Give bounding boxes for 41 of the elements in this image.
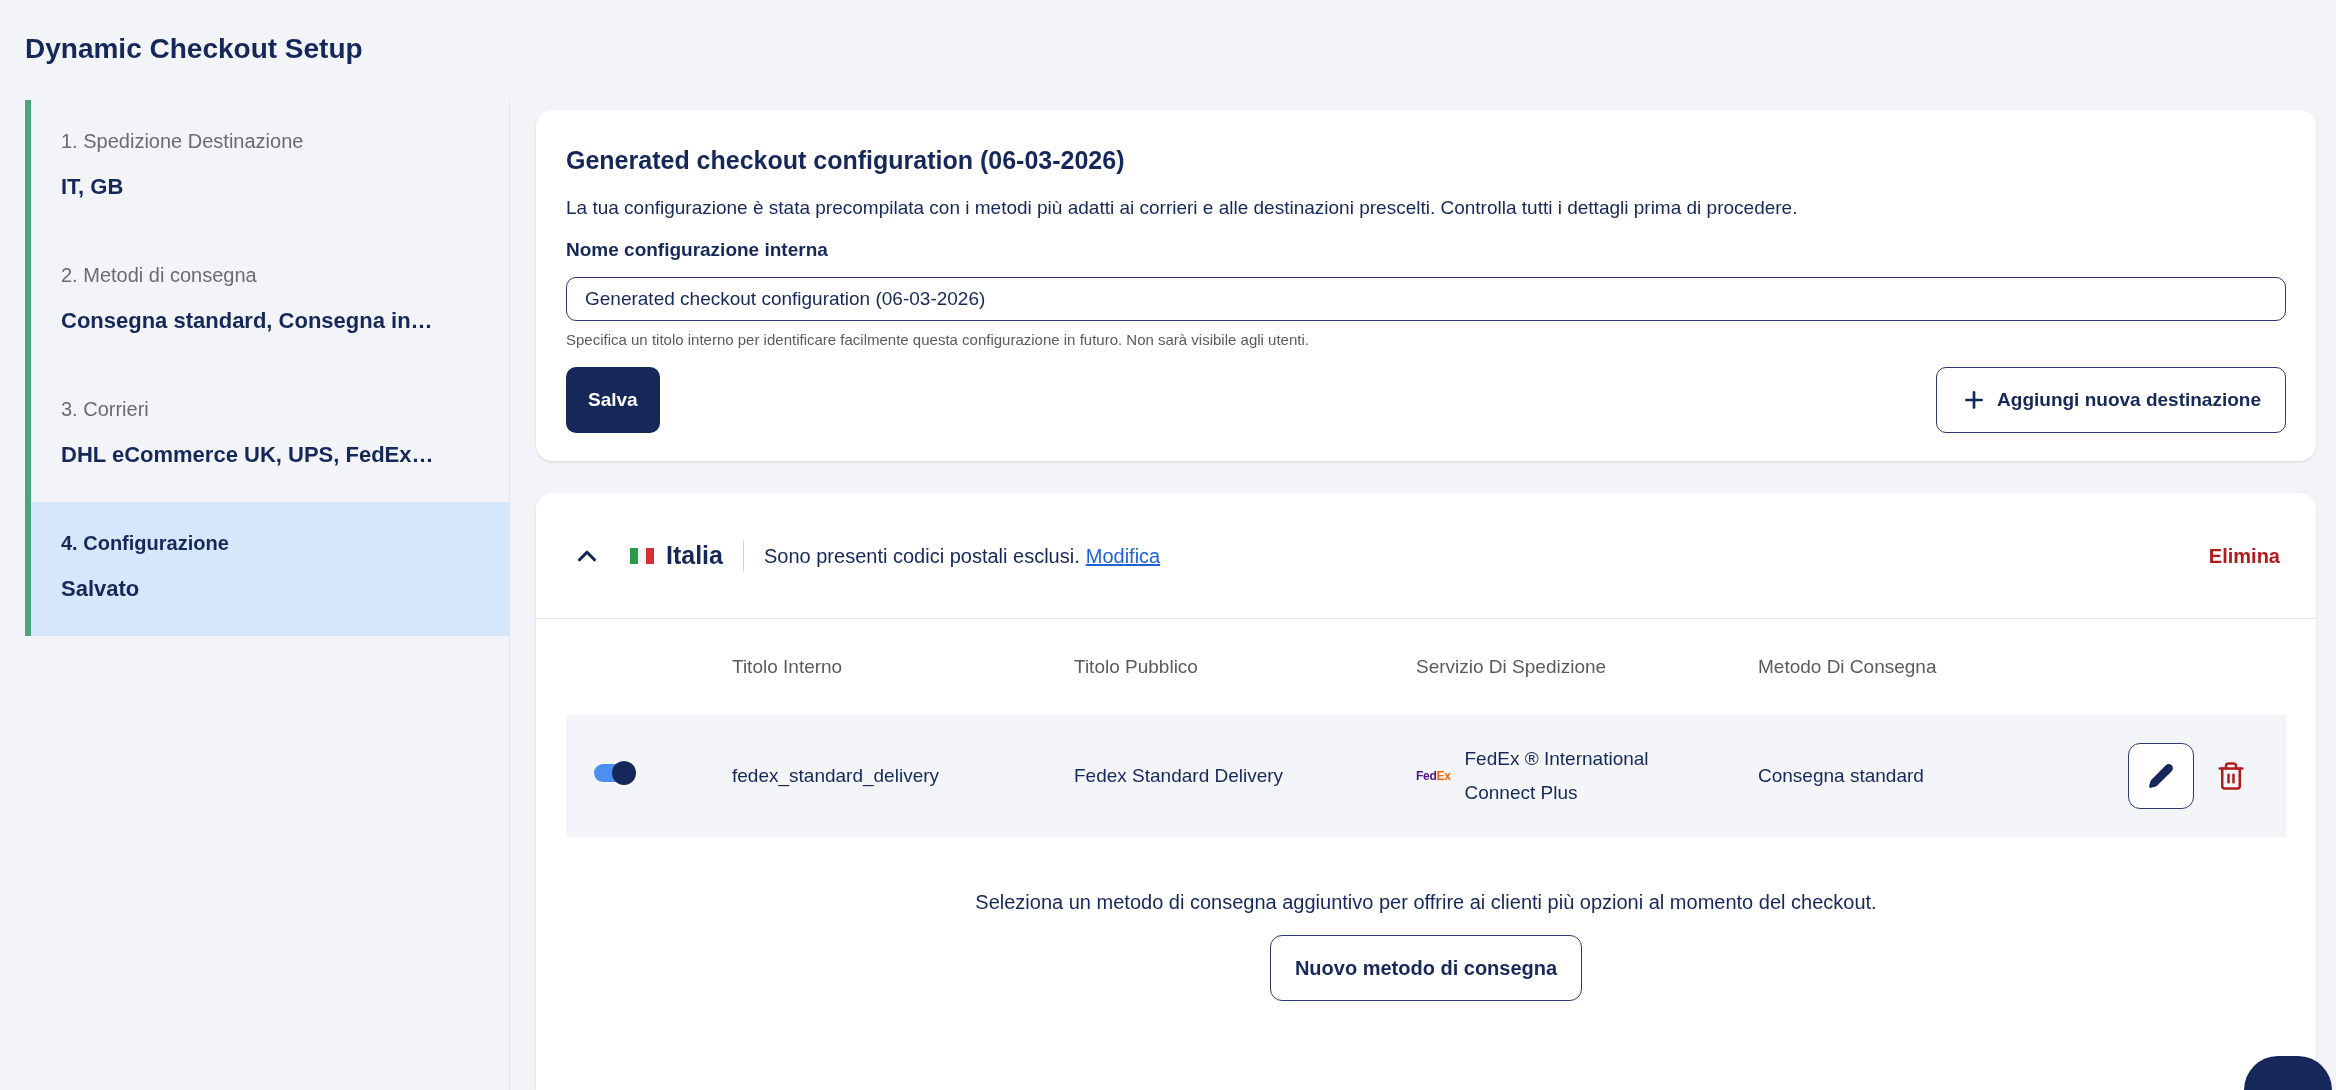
add-destination-button[interactable]: Aggiungi nuova destinazione	[1936, 367, 2286, 433]
step-value: Salvato	[61, 575, 141, 603]
footer-text: Seleziona un metodo di consegna aggiuntivo per offrire ai clienti più opzioni al momento del checkout.	[975, 890, 1877, 915]
column-header: Titolo Pubblico	[1074, 654, 1199, 679]
toggle-switch[interactable]	[594, 763, 634, 782]
table-cell-text: FedEx ® International Connect Plus	[1464, 747, 1650, 805]
step-item[interactable]: 2. Metodi di consegna Consegna standard, Consegna in…	[31, 234, 509, 368]
column-header: Titolo Interno	[732, 654, 844, 679]
step-value: IT, GB	[61, 173, 125, 201]
table-cell-text: Fedex Standard Delivery	[1074, 763, 1285, 788]
column-header: Servizio Di Spedizione	[1416, 654, 1608, 679]
field-label: Nome configurazione interna	[566, 238, 829, 262]
step-label: 4. Configurazione	[61, 531, 230, 556]
page-title: Dynamic Checkout Setup	[25, 32, 364, 66]
country-name: Italia	[666, 539, 723, 571]
carrier-logo: FedEx	[1416, 768, 1451, 785]
step-item[interactable]: 1. Spedizione Destinazione IT, GB	[31, 100, 509, 234]
step-value: Consegna standard, Consegna in…	[61, 307, 434, 335]
card-description: La tua configurazione è stata precompilata con i metodi più adatti ai corrieri e alle destinazioni prescelti. Controlla tutti i dettagli prima di procedere.	[566, 195, 1799, 220]
step-label: 1. Spedizione Destinazione	[61, 129, 305, 154]
field-help-text: Specifica un titolo interno per identificare facilmente questa configurazione in futuro. Non sarà visibile agli utenti.	[566, 329, 1310, 350]
edit-link[interactable]: Modifica	[1085, 540, 1161, 571]
delete-destination-button[interactable]: Elimina	[2208, 540, 2280, 571]
step-value: DHL eCommerce UK, UPS, FedEx…	[61, 441, 435, 469]
trash-icon	[2216, 761, 2246, 791]
new-delivery-method-button[interactable]: Nuovo metodo di consegna	[1269, 935, 1583, 1001]
table-cell-text: Consegna standard	[1758, 763, 1924, 788]
edit-button[interactable]	[2128, 743, 2194, 809]
delete-row-button[interactable]	[2216, 761, 2246, 791]
step-item[interactable]: 4. Configurazione Salvato	[31, 502, 509, 636]
step-label: 3. Corrieri	[61, 397, 150, 422]
step-label: 2. Metodi di consegna	[61, 263, 258, 288]
pencil-icon	[2148, 763, 2174, 789]
step-item[interactable]: 3. Corrieri DHL eCommerce UK, UPS, FedEx…	[31, 368, 509, 502]
flag-icon	[630, 547, 654, 564]
column-header: Metodo Di Consegna	[1758, 654, 1938, 679]
save-button[interactable]: Salva	[566, 367, 660, 433]
card-title: Generated checkout configuration (06-03-2026)	[566, 145, 1126, 176]
table-cell-text: fedex_standard_delivery	[732, 763, 941, 789]
configuration-name-field[interactable]: Generated checkout configuration (06-03-2026)	[566, 276, 2286, 321]
notice-text: Sono presenti codici postali esclusi.	[764, 543, 1080, 569]
